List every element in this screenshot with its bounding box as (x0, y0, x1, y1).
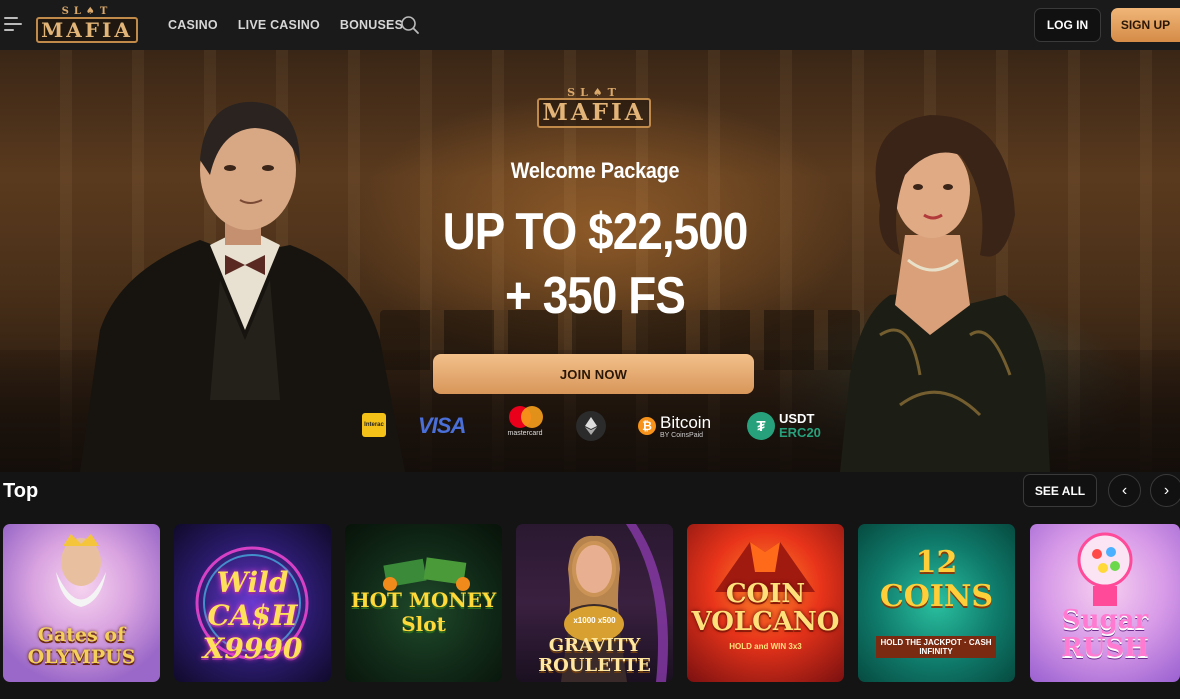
site-logo[interactable]: SL♠T MAFIA (36, 6, 138, 44)
game-title: GRAVITY ROULETTE (538, 635, 651, 676)
hamburger-menu-icon[interactable] (4, 17, 22, 31)
main-nav: CASINO LIVE CASINO BONUSES (168, 0, 423, 50)
carousel-prev-button[interactable]: ‹ (1108, 474, 1141, 507)
bitcoin-icon: ₿ (638, 417, 656, 435)
zeus-artwork (56, 534, 106, 607)
nav-live-casino[interactable]: LIVE CASINO (238, 18, 320, 32)
game-title: COIN VOLCANO (691, 579, 840, 637)
game-card-coin-volcano[interactable]: COIN VOLCANO HOLD and WIN 3x3 (687, 524, 844, 682)
woman-illustration (840, 115, 1050, 472)
bitcoin-label: Bitcoin (660, 412, 712, 432)
search-icon[interactable] (400, 15, 420, 35)
game-multiplier-label: x1000 x500 (573, 616, 616, 625)
carousel-next-button[interactable]: › (1150, 474, 1180, 507)
game-title: Sugar RUSH (1061, 605, 1149, 663)
game-card-hot-money[interactable]: HOT MONEY Slot (345, 524, 502, 682)
game-title: Gates of OLYMPUS (27, 624, 136, 668)
game-title: Wild CA$H X9990 (202, 566, 303, 665)
nav-casino[interactable]: CASINO (168, 18, 218, 32)
logo-main-text: MAFIA (36, 17, 138, 43)
welcome-package-title: Welcome Package (510, 158, 680, 183)
interac-icon: Interac (362, 413, 386, 437)
game-subtitle: HOLD and WIN 3x3 (729, 642, 802, 651)
see-all-button[interactable]: SEE ALL (1023, 474, 1097, 507)
join-now-button[interactable]: JOIN NOW (433, 354, 754, 394)
visa-icon: VISA (418, 413, 466, 438)
mastercard-label: mastercard (507, 430, 543, 437)
game-title: 12 COINS (879, 545, 994, 614)
game-title: HOT MONEY Slot (350, 588, 497, 636)
payment-methods: Interac VISA mastercard ₿ Bitcoin BY Coi… (360, 406, 840, 446)
usdt-erc20-icon: ₮ USDT ERC20 (747, 406, 821, 446)
tether-icon: ₮ (747, 412, 775, 440)
free-spins-headline: + 350 FS (505, 267, 686, 325)
signup-button[interactable]: SIGN UP (1111, 8, 1180, 42)
top-games-carousel: Gates of OLYMPUS Wild CA$H X9990 HOT MON… (3, 524, 1180, 682)
nav-bonuses[interactable]: BONUSES (340, 18, 403, 32)
game-card-12-coins[interactable]: 12 COINS HOLD THE JACKPOT · CASH INFINIT… (858, 524, 1015, 682)
top-section-title: Top (3, 480, 39, 502)
mastercard-icon: mastercard (504, 406, 546, 446)
usdt-label: USDT (779, 411, 815, 426)
hero-logo-main: MAFIA (537, 98, 651, 128)
bitcoin-coinspaid-icon: ₿ Bitcoin BY CoinsPaid (638, 406, 711, 446)
hero-logo: SL♠T MAFIA (537, 86, 651, 132)
game-card-gravity-roulette[interactable]: x1000 x500 GRAVITY ROULETTE (516, 524, 673, 682)
ethereum-icon (576, 411, 606, 441)
logo-top-text: SL♠T (61, 6, 113, 17)
game-card-gates-of-olympus[interactable]: Gates of OLYMPUS (3, 524, 160, 682)
coinspaid-label: BY CoinsPaid (660, 431, 704, 439)
game-card-sugar-rush[interactable]: Sugar RUSH (1030, 524, 1180, 682)
gumball-machine-artwork (1077, 532, 1133, 606)
bonus-amount-headline: UP TO $22,500 (442, 203, 749, 261)
hero-banner[interactable]: SL♠T MAFIA Welcome Package UP TO $22,500… (0, 50, 1180, 472)
game-subtitle: HOLD THE JACKPOT · CASH INFINITY (876, 636, 996, 658)
top-header: SL♠T MAFIA CASINO LIVE CASINO BONUSES LO… (0, 0, 1180, 50)
game-card-wild-cash[interactable]: Wild CA$H X9990 (174, 524, 331, 682)
erc20-label: ERC20 (779, 425, 821, 440)
login-button[interactable]: LOG IN (1034, 8, 1101, 42)
